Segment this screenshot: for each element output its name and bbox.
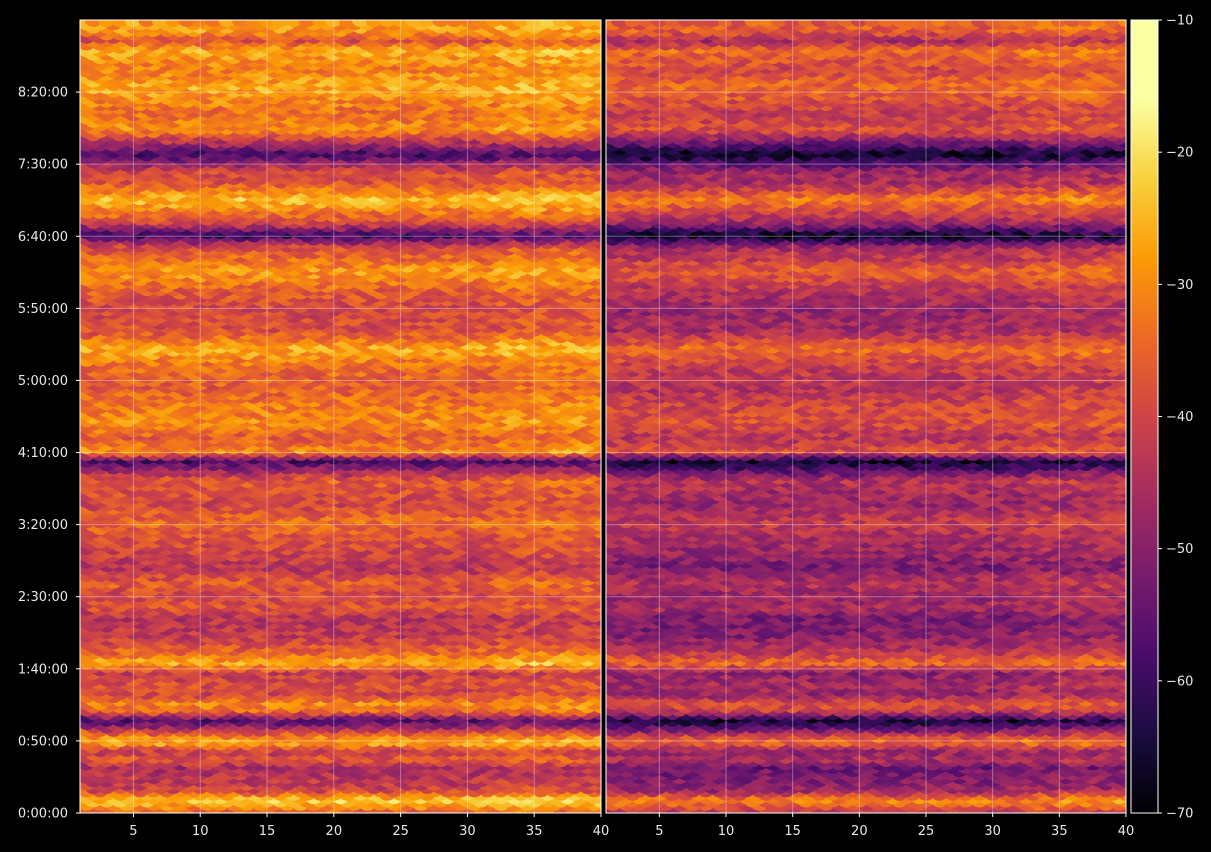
heatmap-panel-left: [80, 20, 601, 813]
heatmap-figure: 0:00:000:50:001:40:002:30:003:20:004:10:…: [18, 14, 1194, 840]
